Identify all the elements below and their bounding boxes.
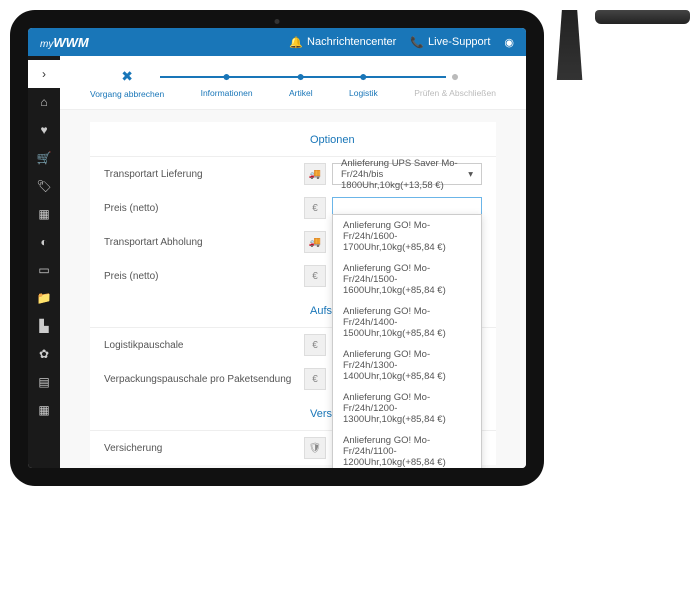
label-price1: Preis (netto) bbox=[104, 203, 304, 214]
dot-icon: ● bbox=[451, 68, 459, 84]
sidebar-card-icon[interactable]: ▭ bbox=[28, 256, 60, 284]
step-logistics[interactable]: ● Logistik bbox=[349, 68, 378, 99]
label-transport-pickup: Transportart Abholung bbox=[104, 237, 304, 248]
notifications-label: Nachrichtencenter bbox=[307, 36, 396, 48]
shield-icon: 🛡 bbox=[304, 437, 326, 459]
step-finish[interactable]: ● Prüfen & Abschließen bbox=[414, 68, 496, 99]
sidebar-chart-icon[interactable]: ◐ bbox=[28, 228, 60, 256]
step-info[interactable]: ● Informationen bbox=[201, 68, 253, 99]
truck-icon: 🚚 bbox=[304, 163, 326, 185]
content-area: ✖ Vorgang abbrechen ● Informationen ● Ar… bbox=[60, 56, 526, 468]
monitor-frame: myWWM 🔔 Nachrichtencenter 📞 Live-Support… bbox=[10, 10, 544, 486]
row-transport-delivery: Transportart Lieferung 🚚 Anlieferung UPS… bbox=[90, 157, 496, 191]
sidebar-cart-icon[interactable]: 🛒 bbox=[28, 144, 60, 172]
step-article[interactable]: ● Artikel bbox=[289, 68, 313, 99]
dot-icon: ● bbox=[297, 68, 305, 84]
sidebar-settings-icon[interactable]: ✿ bbox=[28, 340, 60, 368]
form-panel: Optionen Transportart Lieferung 🚚 Anlief… bbox=[90, 122, 496, 465]
dot-icon: ● bbox=[222, 68, 230, 84]
sidebar-tag-icon[interactable]: 🏷 bbox=[28, 172, 60, 200]
phone-icon: 📞 bbox=[410, 36, 424, 49]
select-value: Anlieferung UPS Saver Mo-Fr/24h/bis 1800… bbox=[341, 158, 468, 191]
logo[interactable]: myWWM bbox=[40, 35, 89, 50]
euro-icon: € bbox=[304, 334, 326, 356]
dropdown-item[interactable]: Anlieferung GO! Mo-Fr/24h/1100-1200Uhr,1… bbox=[333, 430, 481, 468]
dropdown-item[interactable]: Anlieferung GO! Mo-Fr/24h/1200-1300Uhr,1… bbox=[333, 387, 481, 430]
support-link[interactable]: 📞 Live-Support bbox=[410, 36, 490, 49]
dropdown-item[interactable]: Anlieferung GO! Mo-Fr/24h/1500-1600Uhr,1… bbox=[333, 258, 481, 301]
dropdown-item[interactable]: Anlieferung GO! Mo-Fr/24h/1600-1700Uhr,1… bbox=[333, 215, 481, 258]
euro-icon: € bbox=[304, 368, 326, 390]
dropdown-item[interactable]: Anlieferung GO! Mo-Fr/24h/1300-1400Uhr,1… bbox=[333, 344, 481, 387]
sidebar-calendar-icon[interactable]: ▦ bbox=[28, 200, 60, 228]
logo-prefix: my bbox=[40, 39, 53, 50]
label-transport-delivery: Transportart Lieferung bbox=[104, 169, 304, 180]
sidebar-expand[interactable]: › bbox=[28, 60, 60, 88]
select-transport-delivery[interactable]: Anlieferung UPS Saver Mo-Fr/24h/bis 1800… bbox=[332, 163, 482, 185]
label-packaging-fee: Verpackungspauschale pro Paketsendung bbox=[104, 374, 304, 385]
label-logistics-fee: Logistikpauschale bbox=[104, 340, 304, 351]
sidebar-heart-icon[interactable]: ♥ bbox=[28, 116, 60, 144]
topbar: myWWM 🔔 Nachrichtencenter 📞 Live-Support… bbox=[28, 28, 526, 56]
section-options: Optionen bbox=[90, 122, 496, 157]
chevron-down-icon: ▾ bbox=[468, 169, 473, 180]
sidebar: › ⌂ ♥ 🛒 🏷 ▦ ◐ ▭ 📁 ▙ ✿ ▤ ▦ bbox=[28, 56, 60, 468]
step-cancel[interactable]: ✖ Vorgang abbrechen bbox=[90, 68, 164, 99]
close-icon: ✖ bbox=[121, 68, 133, 85]
sidebar-stats-icon[interactable]: ▙ bbox=[28, 312, 60, 340]
label-insurance: Versicherung bbox=[104, 443, 304, 454]
sidebar-home-icon[interactable]: ⌂ bbox=[28, 88, 60, 116]
camera-dot bbox=[275, 19, 280, 24]
bell-icon: 🔔 bbox=[289, 36, 303, 49]
monitor-base bbox=[595, 10, 690, 24]
sidebar-calendar2-icon[interactable]: ▦ bbox=[28, 396, 60, 424]
user-icon: ◉ bbox=[504, 36, 514, 49]
sidebar-doc-icon[interactable]: ▤ bbox=[28, 368, 60, 396]
user-menu[interactable]: ◉ bbox=[504, 36, 514, 49]
label-price2: Preis (netto) bbox=[104, 271, 304, 282]
dot-icon: ● bbox=[359, 68, 367, 84]
screen: myWWM 🔔 Nachrichtencenter 📞 Live-Support… bbox=[28, 28, 526, 468]
sidebar-folder-icon[interactable]: 📁 bbox=[28, 284, 60, 312]
truck-icon: 🚚 bbox=[304, 231, 326, 253]
euro-icon: € bbox=[304, 265, 326, 287]
euro-icon: € bbox=[304, 197, 326, 219]
wizard-steps: ✖ Vorgang abbrechen ● Informationen ● Ar… bbox=[60, 56, 526, 110]
notifications-link[interactable]: 🔔 Nachrichtencenter bbox=[289, 36, 396, 49]
support-label: Live-Support bbox=[428, 36, 490, 48]
logo-main: WWM bbox=[53, 35, 88, 50]
dropdown-list[interactable]: Anlieferung GO! Mo-Fr/24h/1600-1700Uhr,1… bbox=[332, 214, 482, 468]
monitor-stand bbox=[544, 10, 595, 80]
dropdown-item[interactable]: Anlieferung GO! Mo-Fr/24h/1400-1500Uhr,1… bbox=[333, 301, 481, 344]
